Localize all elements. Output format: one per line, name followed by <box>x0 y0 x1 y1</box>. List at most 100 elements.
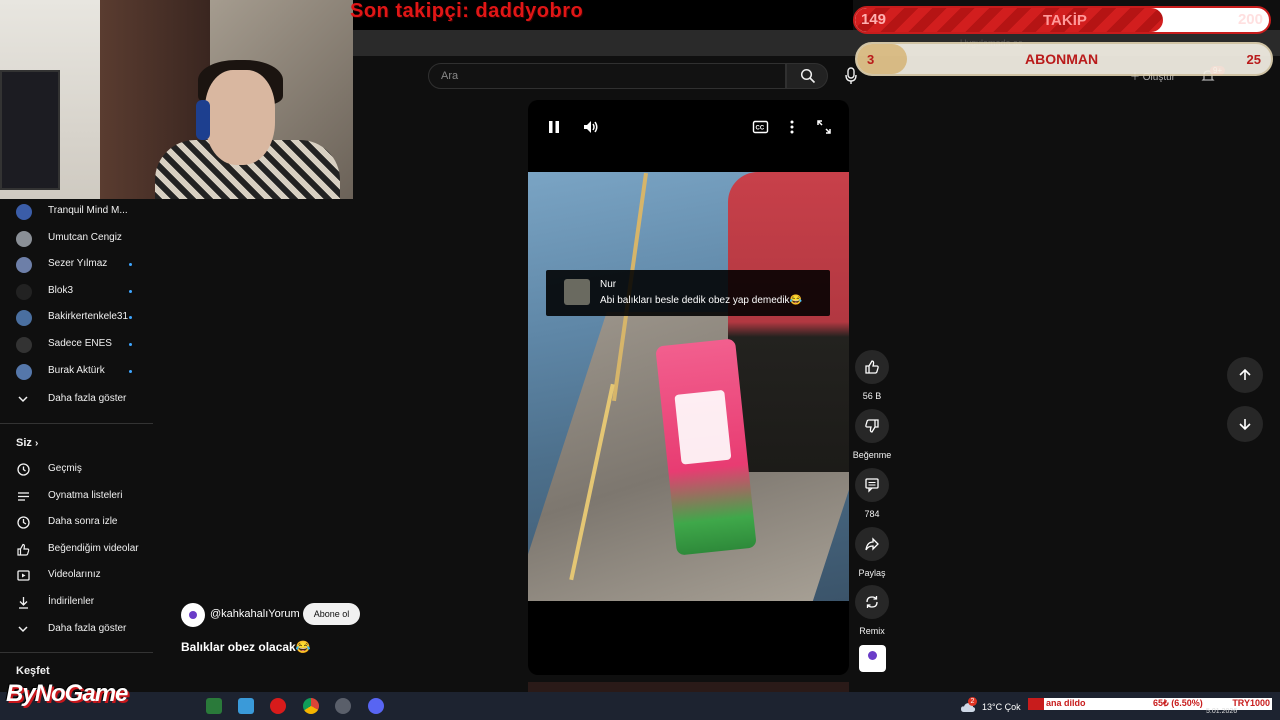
show-more-subscriptions[interactable]: Daha fazla göster <box>0 386 153 412</box>
chevron-down-icon <box>18 626 28 633</box>
share-icon <box>865 537 879 551</box>
channel-avatar <box>16 204 32 220</box>
thumbs-down-icon <box>865 419 879 433</box>
watch-later-icon <box>17 516 30 529</box>
your-videos-icon <box>17 570 30 582</box>
channel-avatar[interactable] <box>181 603 205 627</box>
you-section-heading[interactable]: Siz › <box>16 437 38 449</box>
taskbar-app-icon[interactable] <box>206 698 222 714</box>
new-content-dot <box>129 289 132 293</box>
subscription-item[interactable]: Tranquil Mind M... <box>0 199 153 225</box>
explore-heading: Keşfet <box>16 665 50 677</box>
next-video-preview[interactable] <box>528 682 849 692</box>
volume-icon <box>584 121 598 133</box>
comment-icon <box>865 478 879 493</box>
playlists-icon <box>18 491 29 501</box>
sub-goal-max: 25 <box>1246 52 1261 67</box>
follow-goal-max: 200 <box>1237 11 1263 28</box>
share-label: Paylaş <box>858 568 886 578</box>
sub-goal-label: ABONMAN <box>1025 51 1099 67</box>
commenter-name: Nur <box>600 279 617 290</box>
follow-goal-fill <box>855 8 1164 32</box>
obs-icon[interactable] <box>335 698 351 714</box>
comment-overlay: Nur Abi balıkları besle dedik obez yap d… <box>546 270 830 316</box>
sidebar-item-label: Beğendiğim videolar <box>48 542 139 554</box>
search-button[interactable] <box>786 63 828 89</box>
subscription-name: Blok3 <box>48 284 74 296</box>
fullscreen-button[interactable] <box>816 119 832 140</box>
show-more-you[interactable]: Daha fazla göster <box>0 616 153 642</box>
channel-avatar <box>16 363 32 380</box>
sidebar-item-your-videos[interactable]: Videolarınız <box>0 562 153 588</box>
subscription-name: Sadece ENES <box>48 338 112 349</box>
thumbs-up-icon <box>865 360 879 374</box>
subscription-name: Umutcan Cengiz <box>48 231 122 243</box>
download-icon <box>19 597 28 609</box>
dislike-button[interactable]: Beğenme <box>852 409 892 460</box>
sidebar-item-label: Oynatma listeleri <box>48 489 123 501</box>
divider <box>0 652 153 653</box>
subscription-name: Sezer Yılmaz <box>48 258 108 270</box>
comment-text: Abi balıkları besle dedik obez yap demed… <box>600 295 803 306</box>
follow-goal-label: TAKİP <box>1043 12 1087 29</box>
share-button[interactable]: Paylaş <box>852 527 892 578</box>
new-content-dot <box>129 369 132 373</box>
subscription-item[interactable]: Sadece ENES <box>0 332 153 358</box>
comments-button[interactable]: 784 <box>852 468 892 519</box>
chevron-right-icon: › <box>34 438 39 449</box>
discord-icon[interactable] <box>368 698 384 714</box>
channel-handle[interactable]: @kahkahalıYorum <box>210 608 300 620</box>
channel-avatar <box>16 230 32 247</box>
sidebar-item-watch-later[interactable]: Daha sonra izle <box>0 509 153 535</box>
channel-avatar <box>16 337 32 353</box>
new-content-dot <box>129 263 132 267</box>
ticker-currency: TRY1000 <box>1232 698 1270 708</box>
subscription-item[interactable]: Blok3 <box>0 279 153 305</box>
captions-icon: CC <box>752 120 769 134</box>
sub-goal-current: 3 <box>867 52 875 67</box>
chevron-down-icon <box>18 396 28 403</box>
captions-button[interactable]: CC <box>752 119 769 140</box>
like-button[interactable]: 56 B <box>852 350 892 401</box>
comment-count: 784 <box>864 509 880 519</box>
subscribe-button[interactable]: Abone ol <box>303 603 360 625</box>
subscription-name: Burak Aktürk <box>48 364 105 376</box>
video-frame[interactable] <box>528 172 849 601</box>
search-input[interactable]: Ara <box>428 63 786 89</box>
subscription-item[interactable]: Bakirkertenkele31 <box>0 305 153 331</box>
ticker-price: 65₺ (6.50%) <box>1153 698 1203 708</box>
sidebar-item-liked[interactable]: Beğendiğim videolar <box>0 536 153 562</box>
subscription-item[interactable]: Umutcan Cengiz <box>0 226 153 252</box>
opera-icon[interactable] <box>270 698 286 714</box>
mic-icon <box>845 67 857 84</box>
new-content-dot <box>129 343 132 346</box>
chrome-icon[interactable] <box>303 698 319 714</box>
subscription-item[interactable]: Sezer Yılmaz <box>0 252 153 278</box>
bynogame-logo: ByNoGame <box>6 680 128 707</box>
sidebar-item-download[interactable]: İndirilenler <box>0 589 153 615</box>
previous-video-button[interactable] <box>1227 357 1263 393</box>
fullscreen-icon <box>817 120 831 134</box>
channel-thumbnail[interactable] <box>859 645 886 672</box>
subscription-item[interactable]: Burak Aktürk <box>0 359 153 385</box>
ticker-text: ana dildo <box>1046 698 1086 708</box>
pause-button[interactable] <box>546 118 562 141</box>
remix-button[interactable]: Remix <box>852 585 892 636</box>
latest-follower-text: Son takipçi: daddyobro <box>350 0 584 22</box>
svg-text:CC: CC <box>756 126 765 132</box>
search-icon <box>800 68 816 84</box>
subscription-name: Bakirkertenkele31 <box>48 311 129 323</box>
next-video-button[interactable] <box>1227 406 1263 442</box>
sidebar-item-playlists[interactable]: Oynatma listeleri <box>0 483 153 509</box>
subscription-name: Tranquil Mind M... <box>48 205 128 216</box>
sidebar-item-history[interactable]: Geçmiş <box>0 456 153 482</box>
volume-button[interactable] <box>582 118 600 141</box>
you-heading-text: Siz <box>16 437 32 449</box>
more-vert-icon <box>790 120 794 134</box>
more-options-button[interactable] <box>785 119 799 140</box>
store-icon[interactable] <box>238 698 254 714</box>
liked-icon <box>17 543 30 556</box>
sidebar: Tranquil Mind M... Umutcan Cengiz Sezer Yı… <box>0 199 153 689</box>
sub-goal-bar: 3 ABONMAN 25 <box>855 42 1273 76</box>
pause-icon <box>549 121 559 133</box>
